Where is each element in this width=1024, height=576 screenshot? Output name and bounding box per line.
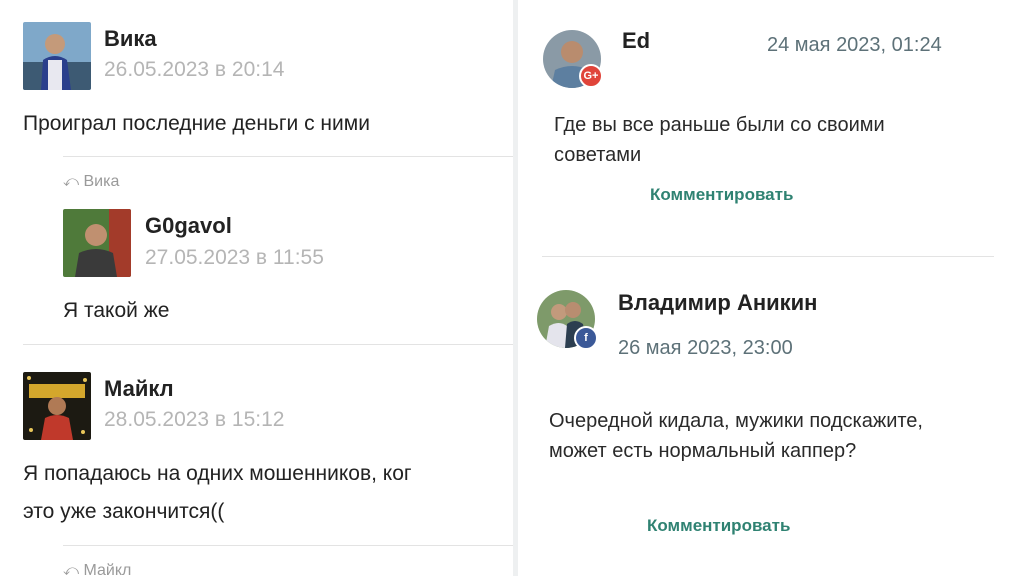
divider <box>63 156 515 157</box>
comment-button[interactable]: Комментировать <box>647 516 790 536</box>
google-plus-badge-icon: G+ <box>579 64 603 88</box>
review-card-ed: G+ Ed 24 мая 2023, 01:24 Где вы все рань… <box>518 0 1024 288</box>
comment-button[interactable]: Комментировать <box>650 185 793 205</box>
facebook-badge-icon: f <box>574 326 598 350</box>
reply-to-name: Вика <box>83 173 120 190</box>
comment-text-line-1: Я попадаюсь на одних мошенников, ког <box>23 462 412 485</box>
reply-to-name: Майкл <box>83 562 132 576</box>
divider <box>23 344 515 345</box>
divider <box>63 545 515 546</box>
reply-arrow-icon: ⤺ <box>63 562 80 576</box>
reply-to-label[interactable]: ⤺ Майкл <box>63 562 131 576</box>
reply-arrow-icon: ⤺ <box>63 173 80 190</box>
author-name[interactable]: Владимир Аникин <box>618 290 817 316</box>
left-comments-panel: Вика 26.05.2023 в 20:14 Проиграл последн… <box>0 0 515 576</box>
author-name[interactable]: Вика <box>104 26 157 52</box>
avatar-vika[interactable] <box>23 22 91 90</box>
divider <box>542 256 994 257</box>
author-name[interactable]: G0gavol <box>145 213 232 239</box>
post-date: 26.05.2023 в 20:14 <box>104 58 285 81</box>
avatar-g0gavol[interactable] <box>63 209 131 277</box>
comment-text-line-2: это уже закончится(( <box>23 500 225 523</box>
post-date: 28.05.2023 в 15:12 <box>104 408 285 431</box>
reply-to-label[interactable]: ⤺ Вика <box>63 173 119 191</box>
author-name[interactable]: Ed <box>622 28 650 54</box>
comment-text: Проиграл последние деньги с ними <box>23 112 370 135</box>
review-date: 26 мая 2023, 23:00 <box>618 337 793 359</box>
review-card-vladimir: f Владимир Аникин 26 мая 2023, 23:00 Оче… <box>518 288 1024 576</box>
avatar-maikl[interactable] <box>23 372 91 440</box>
author-name[interactable]: Майкл <box>104 376 174 402</box>
comment-text: Я такой же <box>63 299 170 322</box>
review-text: Очередной кидала, мужики подскажите, мож… <box>549 410 923 462</box>
review-text: Где вы все раньше были со своими советам… <box>554 114 885 166</box>
review-date: 24 мая 2023, 01:24 <box>767 34 942 56</box>
post-date: 27.05.2023 в 11:55 <box>145 246 324 269</box>
